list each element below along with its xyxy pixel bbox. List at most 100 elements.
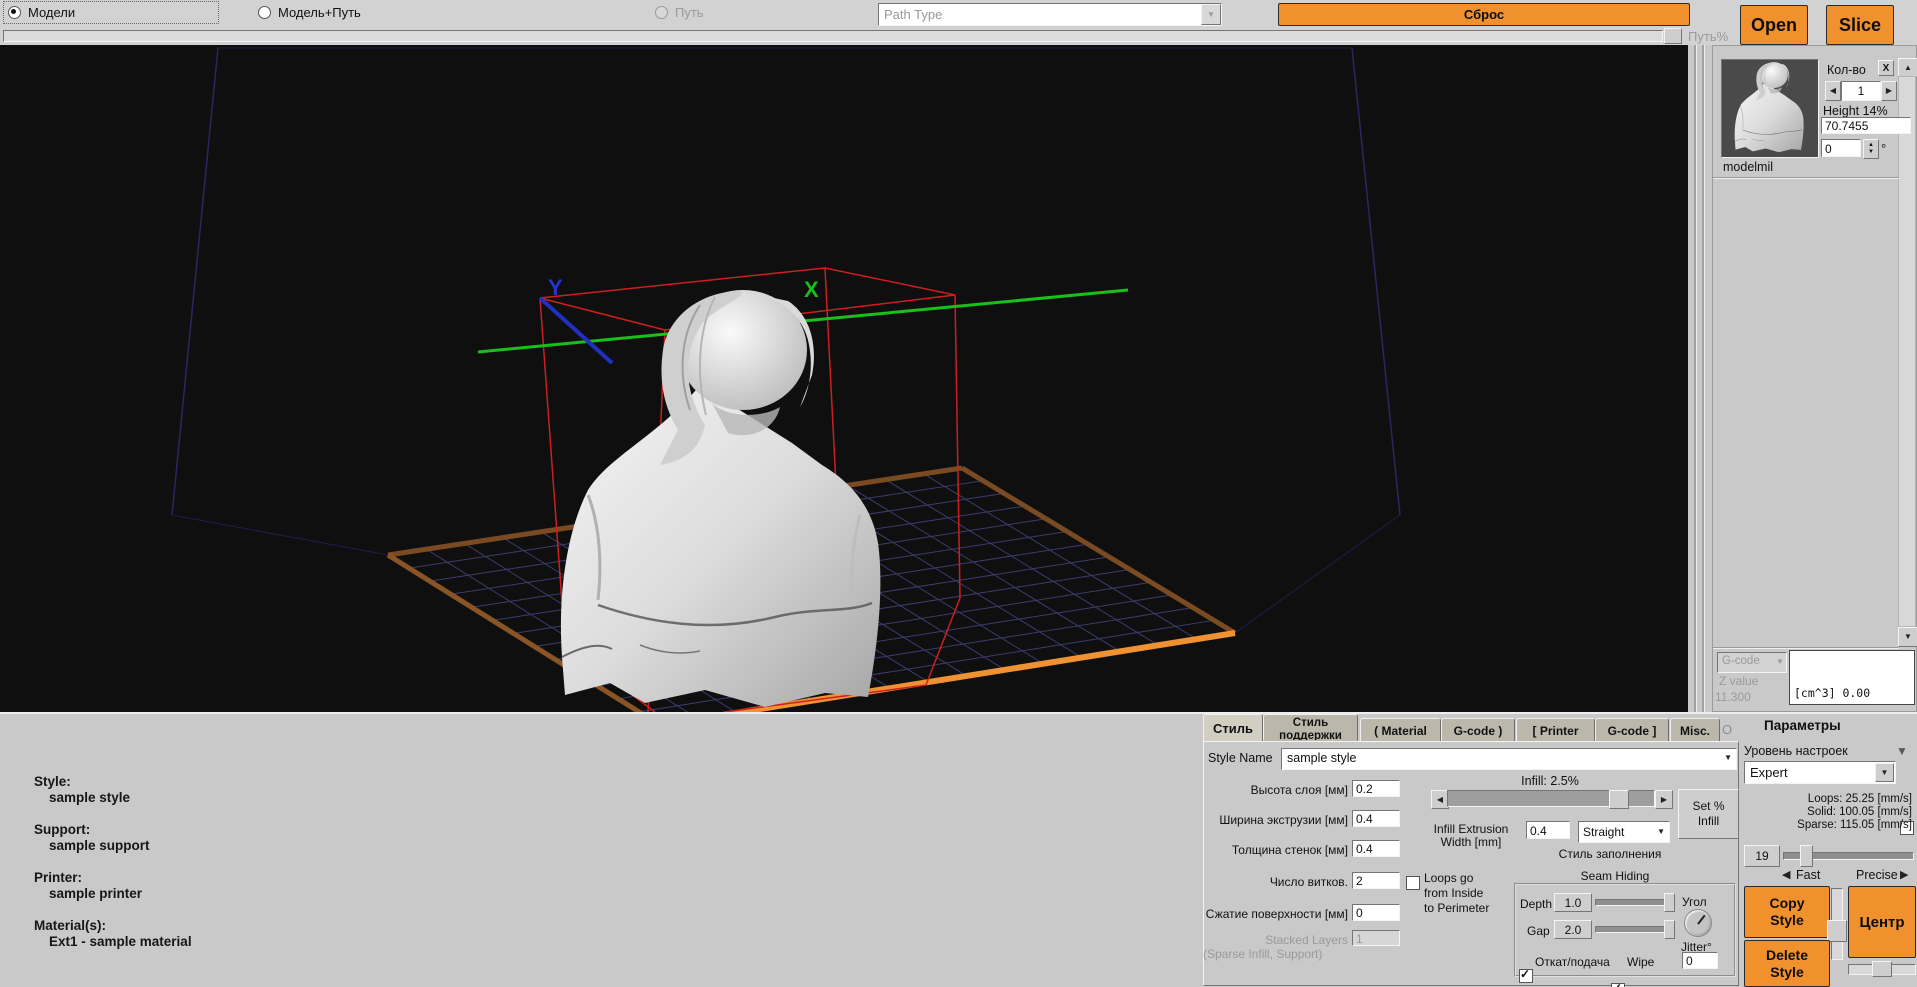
tab-support-style[interactable]: Стиль поддержки — [1263, 714, 1358, 741]
radio-model-path[interactable]: Модель+Путь — [258, 2, 408, 23]
infill-percent-label: Infill: 2.5% — [1430, 774, 1670, 788]
seam-gap-value[interactable]: 2.0 — [1554, 920, 1592, 939]
center-button[interactable]: Центр — [1848, 886, 1916, 958]
model-close-button[interactable]: X — [1878, 60, 1894, 76]
count-decrement-button[interactable]: ◀ — [1825, 81, 1841, 101]
delete-style-button[interactable]: Delete Style — [1744, 940, 1830, 987]
vertical-splitter[interactable] — [1688, 45, 1712, 712]
gcode-combobox-value: G-code — [1722, 655, 1760, 667]
style-vertical-slider-handle[interactable] — [1827, 920, 1847, 942]
style-name-dropdown-icon: ▼ — [1724, 754, 1732, 762]
settings-level-value: Expert — [1750, 765, 1788, 780]
model-thumbnail[interactable] — [1721, 59, 1819, 158]
scroll-down-icon: ▼ — [1904, 633, 1912, 641]
radio-path-label: Путь — [675, 5, 704, 20]
retract-label: Откат/подача — [1535, 955, 1613, 969]
settings-level-dropdown-icon: ▼ — [1881, 769, 1889, 777]
path-slider-track[interactable] — [3, 30, 1663, 42]
extrusion-width-input[interactable]: 0.4 — [1352, 810, 1400, 827]
infill-slider-thumb[interactable] — [1609, 790, 1629, 809]
status-style-label: Style: — [34, 774, 192, 790]
rotation-spinner[interactable]: ▲ ▼ — [1863, 139, 1879, 159]
height-label: Height 14% — [1823, 104, 1888, 118]
infill-slider[interactable]: ◀ ▶ — [1431, 790, 1671, 807]
rotation-input[interactable]: 0 — [1821, 139, 1861, 157]
scroll-up-icon: ▲ — [1904, 64, 1912, 72]
surface-compression-label: Сжатие поверхности [мм] — [1200, 907, 1348, 921]
settings-level-dropdown-button[interactable]: ▼ — [1875, 763, 1894, 782]
infill-extrusion-input[interactable]: 0.4 — [1526, 821, 1570, 839]
extrusion-width-label: Ширина экструзии [мм] — [1200, 813, 1348, 827]
seam-gap-slider-handle[interactable] — [1664, 920, 1675, 939]
z-value: 11.300 — [1715, 690, 1751, 704]
path-type-dropdown-icon: ▼ — [1201, 4, 1221, 25]
retract-checkbox[interactable] — [1519, 969, 1533, 983]
settings-level-combobox[interactable]: Expert ▼ — [1744, 761, 1896, 784]
precise-arrow-icon: ▶ — [1900, 870, 1908, 881]
panel-scrollbar-track[interactable] — [1898, 76, 1916, 627]
surface-compression-input[interactable]: 0 — [1352, 904, 1400, 921]
print-stats-box: [cm^3] 0.00 [$] 0.00 [min] 0.00 — [1789, 650, 1915, 705]
fast-arrow-icon: ◀ — [1782, 870, 1790, 881]
infill-pattern-combobox[interactable]: Straight ▼ — [1578, 821, 1670, 843]
seam-depth-slider-track[interactable] — [1595, 899, 1675, 906]
seam-angle-dial[interactable] — [1684, 909, 1712, 937]
layer-height-label: Высота слоя [мм] — [1200, 783, 1348, 797]
quality-slider-handle[interactable] — [1800, 845, 1813, 867]
status-block: Style: sample style Support: sample supp… — [34, 774, 192, 950]
tab-misc[interactable]: Misc. — [1670, 718, 1720, 743]
count-left-icon: ◀ — [1830, 87, 1836, 95]
radio-model-path-dot-icon — [258, 6, 271, 19]
viewport-3d[interactable]: Y X — [0, 45, 1688, 712]
seam-jitter-input[interactable]: 0 — [1682, 952, 1718, 969]
wipe-checkbox[interactable] — [1611, 983, 1625, 987]
stacked-layers-label: Stacked Layers — [1200, 933, 1348, 947]
settings-level-expander-icon[interactable]: ▼ — [1896, 744, 1908, 758]
seam-angle-label: Угол — [1682, 895, 1707, 909]
count-right-icon: ▶ — [1886, 87, 1892, 95]
speed-loops: Loops: 25.25 [mm/s] — [1744, 793, 1912, 806]
model-name-label: modelmil — [1723, 160, 1773, 174]
panel-scroll-up-button[interactable]: ▲ — [1898, 58, 1917, 78]
loop-count-input[interactable]: 2 — [1352, 872, 1400, 889]
seam-depth-slider-handle[interactable] — [1664, 893, 1675, 912]
tab-material[interactable]: ( Material — [1360, 718, 1441, 743]
settings-level-label: Уровень настроек — [1744, 744, 1848, 758]
tab-gcode-close[interactable]: G-code ] — [1595, 718, 1669, 743]
model-list-panel: Кол-во X ▲ ▼ ◀ 1 ▶ Height 14% 70.7455 0 … — [1712, 45, 1917, 712]
tab-printer[interactable]: [ Printer — [1516, 718, 1595, 743]
path-slider-handle[interactable] — [1664, 28, 1682, 44]
seam-gap-slider-track[interactable] — [1595, 926, 1675, 933]
infill-slider-right-button[interactable]: ▶ — [1655, 790, 1673, 809]
panel-scroll-down-button[interactable]: ▼ — [1898, 627, 1917, 647]
style-name-combobox[interactable]: sample style ▼ — [1281, 748, 1737, 770]
height-input[interactable]: 70.7455 — [1821, 117, 1911, 134]
set-infill-button[interactable]: Set % Infill — [1678, 789, 1739, 839]
style-name-value: sample style — [1287, 751, 1356, 765]
tab-gcode-open[interactable]: G-code ) — [1441, 718, 1515, 743]
seam-angle-needle-icon — [1697, 915, 1705, 925]
open-button[interactable]: Open — [1740, 5, 1808, 45]
seam-depth-value[interactable]: 1.0 — [1554, 893, 1592, 912]
count-increment-button[interactable]: ▶ — [1881, 81, 1897, 101]
radio-models[interactable]: Модели — [4, 2, 218, 23]
model-bust — [561, 290, 880, 707]
copy-style-button[interactable]: Copy Style — [1744, 886, 1830, 938]
status-support-value: sample support — [34, 838, 192, 854]
parameters-title: Параметры — [1764, 718, 1841, 733]
reset-button[interactable]: Сброс — [1278, 3, 1690, 26]
slice-button[interactable]: Slice — [1826, 5, 1894, 45]
speed-readout: Loops: 25.25 [mm/s] Solid: 100.05 [mm/s]… — [1744, 793, 1912, 832]
tab-style[interactable]: Стиль — [1203, 714, 1263, 743]
gcode-combobox: G-code ▼ — [1717, 652, 1787, 673]
quality-value[interactable]: 19 — [1744, 845, 1780, 867]
status-support-label: Support: — [34, 822, 192, 838]
count-input[interactable]: 1 — [1841, 81, 1881, 101]
gcode-dropdown-icon: ▼ — [1776, 658, 1784, 666]
wall-thickness-input[interactable]: 0.4 — [1352, 840, 1400, 857]
center-slider-handle[interactable] — [1872, 961, 1892, 977]
loops-direction-checkbox[interactable] — [1406, 876, 1420, 890]
speed-sparse: Sparse: 115.05 [mm/s] — [1744, 819, 1912, 832]
seam-hiding-title: Seam Hiding — [1560, 869, 1670, 883]
layer-height-input[interactable]: 0.2 — [1352, 780, 1400, 797]
